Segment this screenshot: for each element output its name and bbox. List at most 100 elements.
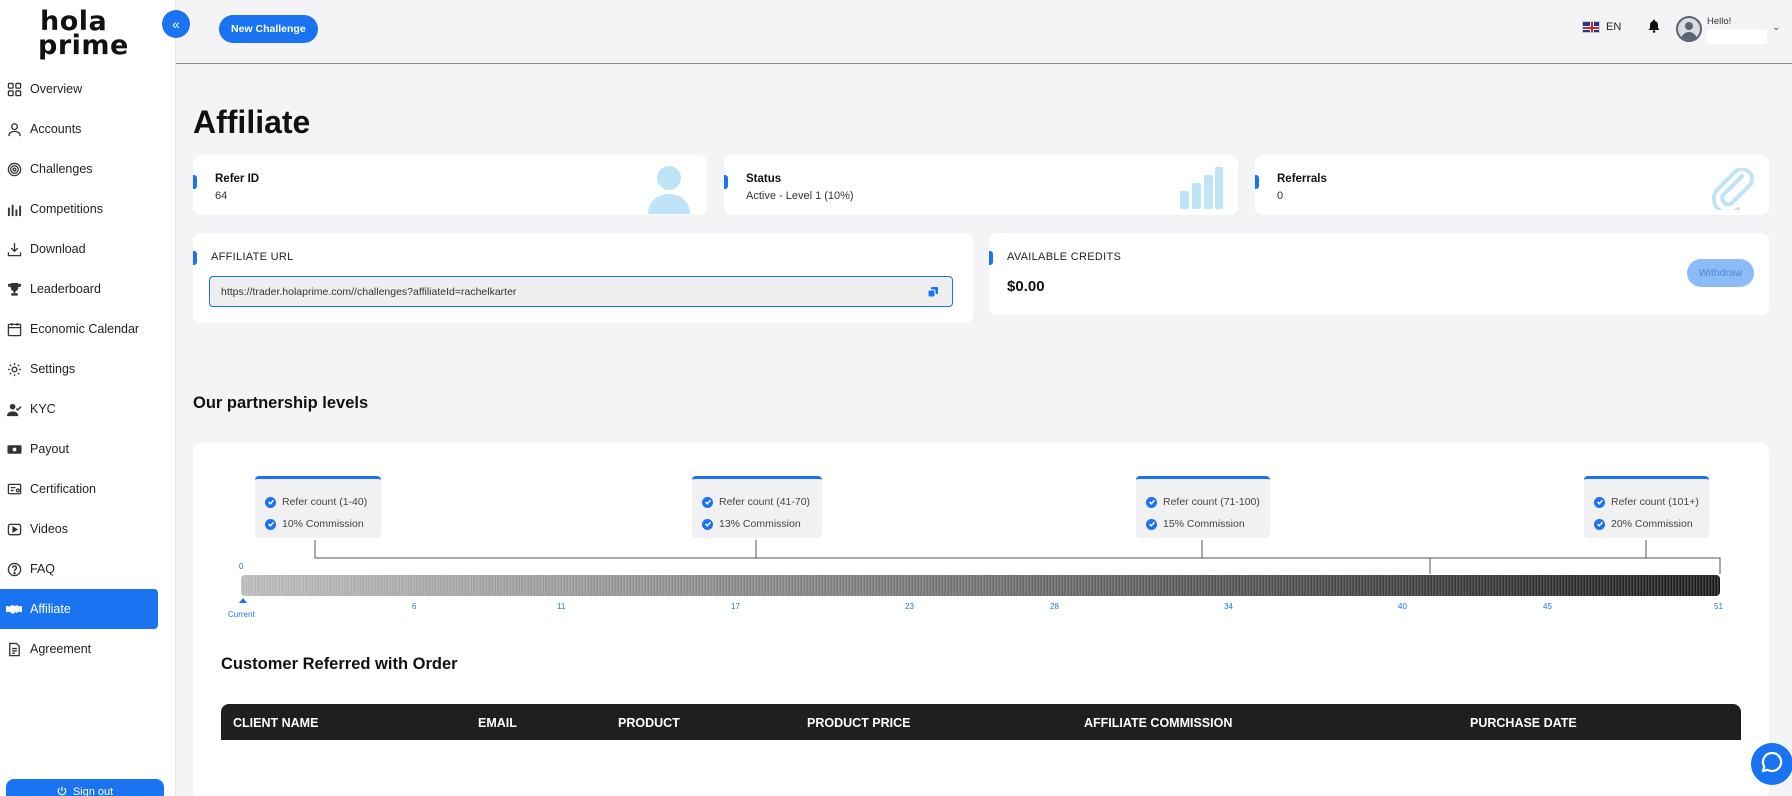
sidebar-item-label: Competitions xyxy=(30,202,103,216)
notification-button[interactable] xyxy=(1644,16,1664,40)
accent-bar xyxy=(193,251,197,265)
sidebar-item-overview[interactable]: Overview xyxy=(0,69,176,109)
tick-label: 40 xyxy=(1398,602,1407,611)
referrals-value: 0 xyxy=(1277,190,1284,202)
column-product-price[interactable]: PRODUCT PRICE xyxy=(807,716,910,730)
sidebar-item-challenges[interactable]: Challenges xyxy=(0,149,176,189)
bar-chart-icon xyxy=(1179,167,1223,214)
sidebar-item-payout[interactable]: Payout xyxy=(0,429,176,469)
sidebar-item-certification[interactable]: Certification xyxy=(0,469,176,509)
sidebar-item-economic-calendar[interactable]: Economic Calendar xyxy=(0,309,176,349)
connector-line xyxy=(314,540,1721,574)
target-icon xyxy=(6,161,22,177)
affiliate-url-card: AFFILIATE URL https://trader.holaprime.c… xyxy=(193,233,973,323)
download-icon xyxy=(6,241,22,257)
available-credits-label: AVAILABLE CREDITS xyxy=(1007,251,1122,263)
partnership-levels-title: Our partnership levels xyxy=(193,394,369,412)
available-credits-value: $0.00 xyxy=(1007,278,1045,295)
sidebar-item-download[interactable]: Download xyxy=(0,229,176,269)
withdraw-button[interactable]: Withdraw xyxy=(1687,259,1754,287)
accent-bar xyxy=(193,175,197,189)
page-title: Affiliate xyxy=(193,104,311,140)
status-value: Active - Level 1 (10%) xyxy=(746,190,854,202)
sidebar-item-settings[interactable]: Settings xyxy=(0,349,176,389)
tick-label: 23 xyxy=(905,602,914,611)
referral-progress-scale: 0 6 11 17 23 28 34 40 45 51 Current xyxy=(228,540,1723,619)
copy-icon[interactable] xyxy=(927,287,938,298)
tick-label: 34 xyxy=(1224,602,1233,611)
column-client-name[interactable]: CLIENT NAME xyxy=(233,716,318,730)
orders-title: Customer Referred with Order xyxy=(221,655,458,673)
tick-label: 51 xyxy=(1714,602,1723,611)
sidebar-item-label: Leaderboard xyxy=(30,282,101,296)
tick-labels: 6 11 17 23 28 34 40 45 51 xyxy=(412,602,1723,611)
accent-bar xyxy=(989,251,993,265)
power-icon xyxy=(57,786,67,796)
double-chevron-left-icon: « xyxy=(172,16,180,32)
affiliate-url-field[interactable]: https://trader.holaprime.com//challenges… xyxy=(209,276,953,307)
grid-icon xyxy=(6,81,22,97)
affiliate-url-label: AFFILIATE URL xyxy=(211,251,294,263)
sidebar-item-accounts[interactable]: Accounts xyxy=(0,109,176,149)
sidebar-item-label: Certification xyxy=(30,482,96,496)
trophy-icon xyxy=(6,281,22,297)
sidebar-item-label: Agreement xyxy=(30,642,92,656)
user-icon xyxy=(6,121,22,137)
question-icon xyxy=(6,561,22,577)
sign-out-button[interactable]: Sign out xyxy=(6,779,164,796)
sidebar-item-agreement[interactable]: Agreement xyxy=(0,629,176,669)
sidebar-item-label: Affiliate xyxy=(30,602,71,616)
calendar-icon xyxy=(6,321,22,337)
play-icon xyxy=(6,521,22,537)
sidebar-item-faq[interactable]: FAQ xyxy=(0,549,176,589)
progress-bar-texture xyxy=(241,575,1720,596)
bell-icon xyxy=(1648,19,1660,38)
sidebar-item-label: Economic Calendar xyxy=(30,322,140,336)
user-check-icon xyxy=(6,401,22,417)
refer-id-value: 64 xyxy=(215,190,228,202)
chat-icon xyxy=(1761,751,1783,778)
chat-support-button[interactable] xyxy=(1751,743,1792,785)
certificate-icon xyxy=(6,481,22,497)
paperclip-icon xyxy=(1711,167,1756,216)
sidebar-item-kyc[interactable]: KYC xyxy=(0,389,176,429)
document-icon xyxy=(6,641,22,657)
connector-lines xyxy=(314,540,1721,574)
orders-table-header: CLIENT NAME EMAIL PRODUCT PRODUCT PRICE … xyxy=(221,704,1741,740)
sidebar-item-videos[interactable]: Videos xyxy=(0,509,176,549)
current-label: Current xyxy=(228,610,255,619)
column-purchase-date[interactable]: PURCHASE DATE xyxy=(1470,716,1577,730)
sidebar-item-label: Accounts xyxy=(30,122,82,136)
sidebar-item-label: Payout xyxy=(30,442,69,456)
sidebar-item-label: KYC xyxy=(30,402,56,416)
sidebar-item-affiliate[interactable]: Affiliate xyxy=(0,589,158,629)
sign-out-label: Sign out xyxy=(72,786,114,796)
language-selector[interactable]: EN xyxy=(1582,21,1621,33)
chevron-down-icon[interactable]: ⌄ xyxy=(1772,22,1780,33)
sidebar-item-competitions[interactable]: Competitions xyxy=(0,189,176,229)
available-credits-card: AVAILABLE CREDITS $0.00 Withdraw xyxy=(989,233,1769,315)
accent-bar xyxy=(1255,175,1259,189)
new-challenge-button[interactable]: New Challenge xyxy=(219,15,318,43)
avatar[interactable] xyxy=(1676,16,1702,42)
brand-logo[interactable]: hola prime xyxy=(38,8,128,60)
column-product[interactable]: PRODUCT xyxy=(618,716,680,730)
tick-label: 45 xyxy=(1543,602,1552,611)
column-affiliate-commission[interactable]: AFFILIATE COMMISSION xyxy=(1084,716,1232,730)
uk-flag-icon xyxy=(1582,21,1600,33)
sidebar-item-label: FAQ xyxy=(30,562,56,576)
status-label: Status xyxy=(746,173,782,185)
bar-chart-icon xyxy=(6,201,22,217)
user-name-placeholder xyxy=(1707,30,1767,44)
tick-label: 11 xyxy=(557,602,566,611)
sidebar-item-label: Settings xyxy=(30,362,76,376)
sidebar-item-leaderboard[interactable]: Leaderboard xyxy=(0,269,176,309)
tick-label: 28 xyxy=(1050,602,1059,611)
accent-bar xyxy=(724,175,728,189)
tick-label: 6 xyxy=(412,602,417,611)
collapse-sidebar-button[interactable]: « xyxy=(162,10,190,38)
top-bar: New Challenge EN Hello! ⌄ xyxy=(176,0,1792,64)
language-label: EN xyxy=(1606,21,1622,33)
status-card: Status Active - Level 1 (10%) xyxy=(724,155,1238,215)
column-email[interactable]: EMAIL xyxy=(478,716,517,730)
